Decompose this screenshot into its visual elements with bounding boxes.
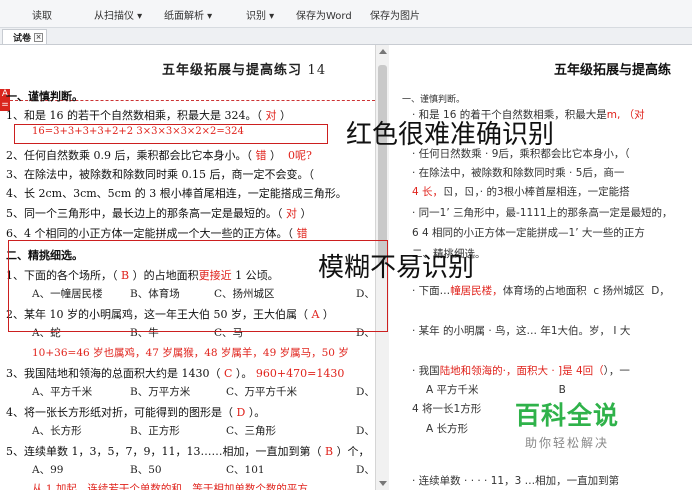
- question-line: 3、我国陆地和领海的总面积大约是 1430（ C ）。 960+470=1430: [6, 367, 345, 380]
- close-icon[interactable]: ×: [34, 32, 44, 42]
- tab-exam[interactable]: 试卷 ×: [2, 29, 48, 44]
- recognized-line: 4 将一长1方形: [412, 403, 482, 415]
- recognized-line: A 平方千米 B: [426, 384, 566, 396]
- question-line: 3、在除法中，被除数和除数同时乘 0.15 后，商一定不会变。（: [6, 168, 314, 181]
- recognized-line: · 在除法中，被除数和除数同时乘 · 5后，商一: [412, 167, 625, 179]
- red-annotation: 10+36=46 岁也属鸡，47 岁属猴，48 岁属羊，49 岁属马，50 岁: [32, 347, 349, 359]
- toolbar: 读取 从扫描仪 ▾ 纸面解析 ▾ 识别 ▾ 保存为Word 保存为图片: [0, 0, 692, 28]
- scan-from-scanner-button[interactable]: 从扫描仪 ▾: [94, 7, 142, 22]
- question-line: 2、任何自然数乘 0.9 后，乘积都会比它本身小。（ 错 ） 0呢?: [6, 149, 312, 162]
- scroll-down-icon[interactable]: [379, 481, 387, 486]
- annotation-label: 模糊不易识别: [318, 253, 475, 283]
- page-title: 五年级拓展与提高练习 14: [162, 63, 327, 78]
- recognized-line: · 下面…幢居民楼，体育场的占地面积 c 扬州城区 D，: [412, 285, 670, 297]
- scroll-up-icon[interactable]: [379, 49, 387, 54]
- watermark-logo: 百科全说 助你轻松解决: [515, 396, 619, 451]
- question-line: 5、连续单数 1，3，5，7，9，11，13……相加，一直加到第（ B ）个，: [6, 445, 370, 458]
- options-row: A、99 B、50 C、101 D、: [32, 464, 375, 476]
- options-row: A、长方形 B、正方形 C、三角形 D、: [32, 425, 375, 437]
- question-line: 6、4 个相同的小正方体一定能拼成一个大一些的正方体。（ 错: [6, 227, 308, 240]
- recognized-line: 6 4 相同的小正方体一定能拼成—1’ 大一些的正方: [412, 227, 645, 239]
- watermark-title: 百科全说: [515, 401, 620, 430]
- red-text-highlight-box: [14, 124, 328, 144]
- recognize-button[interactable]: 识别 ▾: [246, 7, 274, 22]
- recognized-line: · 我国陆地和领海的·，面积大 · ]是 4回（），一: [412, 365, 630, 377]
- section-heading: 一、谨慎判断。: [6, 90, 83, 103]
- paper-parse-button[interactable]: 纸面解析 ▾: [164, 7, 212, 22]
- annotation-label: 红色很难准确识别: [346, 120, 555, 150]
- recognized-line: A 长方形: [426, 423, 469, 435]
- recognized-line: · 连续单数 · · · · 11，3 …相加，一直加到第: [412, 475, 620, 487]
- tab-strip: 试卷 ×: [0, 28, 692, 45]
- question-line: 5、同一个三角形中，最长边上的那条高一定是最短的。（ 对 ）: [6, 207, 312, 220]
- recognized-line: 一、谨慎判断。: [402, 95, 466, 105]
- recognized-line: 4 长，ㄖ，ㄖ，· 的3根小棒首屋相连，一定能搭: [412, 186, 630, 198]
- page-title: 五年级拓展与提高练: [554, 63, 672, 78]
- recognized-line: · 某年 的小明属 · 鸟，这… 年1大伯。岁， I 大: [412, 325, 631, 337]
- options-row: A、平方千米 B、万平方米 C、万平方千米 D、: [32, 386, 375, 398]
- recognized-line: · 同一1’ 三角形中，最-1111上的那条高一定是最短的，: [412, 207, 673, 219]
- tab-label: 试卷: [13, 33, 32, 44]
- scroll-thumb[interactable]: [378, 65, 387, 265]
- read-button[interactable]: 读取: [32, 7, 52, 22]
- red-annotation: 从 1 加起，连续若干个单数的和，等于相加单数个数的平方: [32, 483, 308, 490]
- question-line: 1、和是 16 的若干个自然数相乘，积最大是 324。（ 对 ）: [6, 109, 291, 122]
- save-as-image-button[interactable]: 保存为图片: [370, 7, 420, 22]
- save-as-word-button[interactable]: 保存为Word: [296, 7, 352, 22]
- watermark-subtitle: 助你轻松解决: [525, 436, 610, 450]
- question-line: 4、长 2cm、3cm、5cm 的 3 根小棒首尾相连，一定能搭成三角形。: [6, 187, 347, 200]
- question-line: 4、将一张长方形纸对折，可能得到的图形是（ D ）。: [6, 406, 266, 419]
